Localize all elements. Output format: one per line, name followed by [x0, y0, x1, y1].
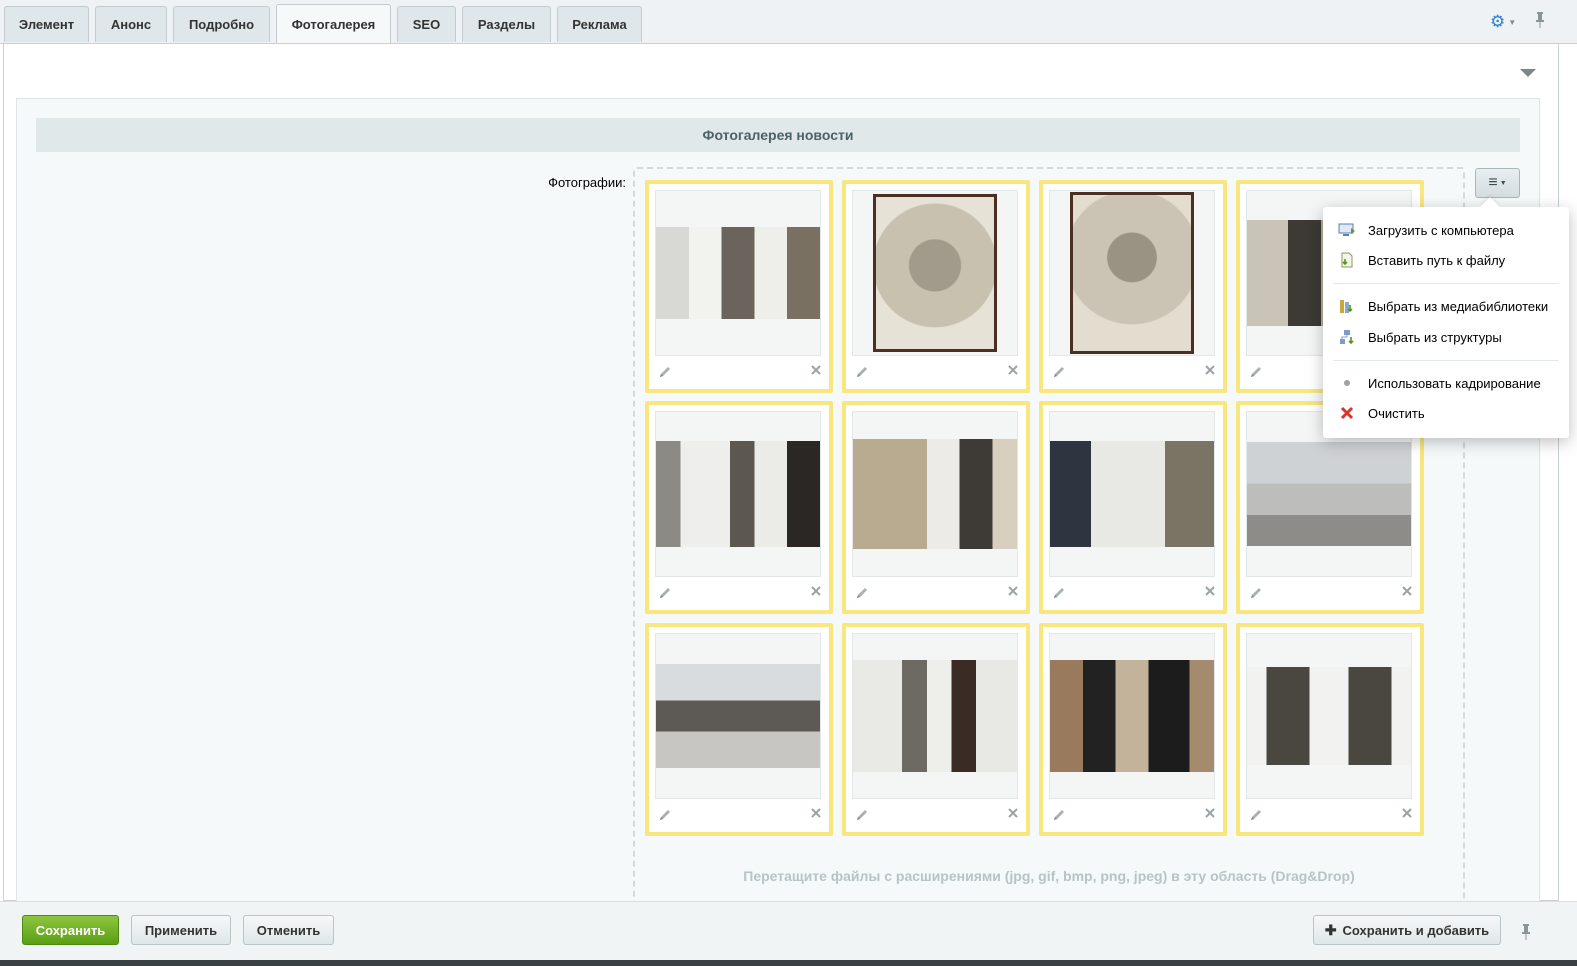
photo-image: [853, 439, 1017, 549]
delete-x-icon[interactable]: [1007, 363, 1023, 379]
edit-pencil-icon[interactable]: [855, 365, 871, 381]
photo-card[interactable]: [645, 623, 833, 836]
photo-card[interactable]: [1039, 401, 1227, 614]
edit-pencil-icon[interactable]: [1249, 808, 1265, 824]
photo-card[interactable]: [842, 623, 1030, 836]
tab-announce[interactable]: Анонс: [95, 6, 167, 42]
delete-x-icon[interactable]: [1007, 806, 1023, 822]
photo-image: [1050, 441, 1214, 547]
structure-icon: [1337, 329, 1357, 345]
edit-pencil-icon[interactable]: [855, 586, 871, 602]
menu-item-label: Вставить путь к файлу: [1368, 252, 1506, 268]
footer-pin-icon[interactable]: [1520, 924, 1532, 943]
delete-x-icon[interactable]: [1401, 584, 1417, 600]
file-path-icon: [1337, 252, 1357, 268]
bottom-edge: [0, 960, 1577, 966]
delete-x-icon[interactable]: [810, 584, 826, 600]
add-files-popup-menu: Загрузить с компьютера Вставить путь к ф…: [1323, 207, 1569, 438]
photo-card[interactable]: [1039, 180, 1227, 393]
menu-item-label: Использовать кадрирование: [1368, 375, 1541, 391]
photo-thumbnail[interactable]: [655, 411, 821, 577]
photo-thumbnail[interactable]: [1246, 633, 1412, 799]
tab-element[interactable]: Элемент: [4, 6, 89, 42]
settings-gear-icon[interactable]: ⚙ ▼: [1490, 12, 1520, 32]
menu-item-upload-computer[interactable]: Загрузить с компьютера: [1323, 217, 1569, 243]
add-files-menu-button[interactable]: ≡ ▼: [1475, 168, 1520, 198]
tab-detail[interactable]: Подробно: [173, 6, 270, 42]
photo-thumbnail[interactable]: [852, 190, 1018, 356]
menu-item-use-cropping[interactable]: Использовать кадрирование: [1323, 370, 1569, 396]
footer-bar: Сохранить Применить Отменить ✚ Сохранить …: [0, 901, 1577, 960]
save-and-add-button[interactable]: ✚ Сохранить и добавить: [1313, 915, 1501, 945]
menu-item-structure[interactable]: Выбрать из структуры: [1323, 324, 1569, 350]
delete-x-icon[interactable]: [810, 363, 826, 379]
pin-icon[interactable]: [1534, 12, 1550, 32]
save-and-add-label: Сохранить и добавить: [1342, 922, 1490, 938]
menu-item-label: Очистить: [1368, 405, 1425, 421]
drop-zone-hint: Перетащите файлы с расширениями (jpg, gi…: [743, 868, 1355, 884]
photo-thumbnail[interactable]: [1049, 633, 1215, 799]
edit-pencil-icon[interactable]: [658, 808, 674, 824]
menu-separator: [1333, 283, 1559, 284]
tab-photogallery[interactable]: Фотогалерея: [276, 4, 391, 43]
menu-item-clear[interactable]: Очистить: [1323, 400, 1569, 426]
menu-item-label: Выбрать из медиабиблиотеки: [1368, 298, 1549, 314]
photo-image: [656, 664, 820, 768]
plus-icon: ✚: [1324, 921, 1337, 938]
delete-x-icon[interactable]: [1204, 363, 1220, 379]
section-title: Фотогалерея новости: [36, 118, 1520, 152]
medialibrary-icon: [1337, 298, 1357, 314]
edit-pencil-icon[interactable]: [658, 586, 674, 602]
photo-thumbnail[interactable]: [655, 633, 821, 799]
menu-item-label: Загрузить с компьютера: [1368, 222, 1514, 238]
edit-pencil-icon[interactable]: [1249, 586, 1265, 602]
photo-thumbnail[interactable]: [1049, 190, 1215, 356]
photos-field-label: Фотографии:: [548, 175, 626, 190]
photo-card[interactable]: [645, 180, 833, 393]
photo-card[interactable]: [1039, 623, 1227, 836]
delete-x-icon[interactable]: [1204, 806, 1220, 822]
menu-item-medialibrary[interactable]: Выбрать из медиабиблиотеки: [1323, 293, 1569, 319]
photo-image: [873, 194, 997, 352]
photo-thumbnail[interactable]: [852, 633, 1018, 799]
photo-image: [1247, 667, 1411, 765]
save-button[interactable]: Сохранить: [22, 915, 119, 945]
edit-pencil-icon[interactable]: [855, 808, 871, 824]
edit-pencil-icon[interactable]: [1052, 808, 1068, 824]
photo-thumbnail[interactable]: [852, 411, 1018, 577]
edit-pencil-icon[interactable]: [1052, 586, 1068, 602]
delete-x-icon[interactable]: [1401, 806, 1417, 822]
photo-card[interactable]: [842, 401, 1030, 614]
photo-image: [1050, 660, 1214, 772]
collapse-arrow-icon[interactable]: [1520, 69, 1536, 77]
edit-pencil-icon[interactable]: [1052, 365, 1068, 381]
photo-image: [853, 660, 1017, 772]
delete-x-icon[interactable]: [1204, 584, 1220, 600]
edit-pencil-icon[interactable]: [658, 365, 674, 381]
photo-card[interactable]: [645, 401, 833, 614]
computer-upload-icon: [1337, 222, 1357, 238]
tab-sections[interactable]: Разделы: [462, 6, 551, 42]
photo-image: [656, 227, 820, 319]
photo-thumbnail[interactable]: [1049, 411, 1215, 577]
photo-image: [1070, 192, 1194, 354]
tab-seo[interactable]: SEO: [397, 6, 456, 42]
tab-bar: Элемент Анонс Подробно Фотогалерея SEO Р…: [0, 0, 1577, 44]
photo-card[interactable]: [1236, 623, 1424, 836]
delete-x-icon[interactable]: [810, 806, 826, 822]
photo-card[interactable]: [842, 180, 1030, 393]
edit-pencil-icon[interactable]: [1249, 365, 1265, 381]
delete-x-icon[interactable]: [1007, 584, 1023, 600]
photo-image: [656, 441, 820, 547]
clear-icon: [1337, 405, 1357, 421]
apply-button[interactable]: Применить: [131, 915, 231, 945]
photo-thumbnail[interactable]: [655, 190, 821, 356]
photo-image: [1247, 442, 1411, 546]
bullet-icon: [1337, 375, 1357, 391]
cancel-button[interactable]: Отменить: [243, 915, 334, 945]
menu-item-file-path[interactable]: Вставить путь к файлу: [1323, 247, 1569, 273]
tab-advertising[interactable]: Реклама: [557, 6, 642, 42]
menu-separator: [1333, 360, 1559, 361]
menu-item-label: Выбрать из структуры: [1368, 329, 1502, 345]
